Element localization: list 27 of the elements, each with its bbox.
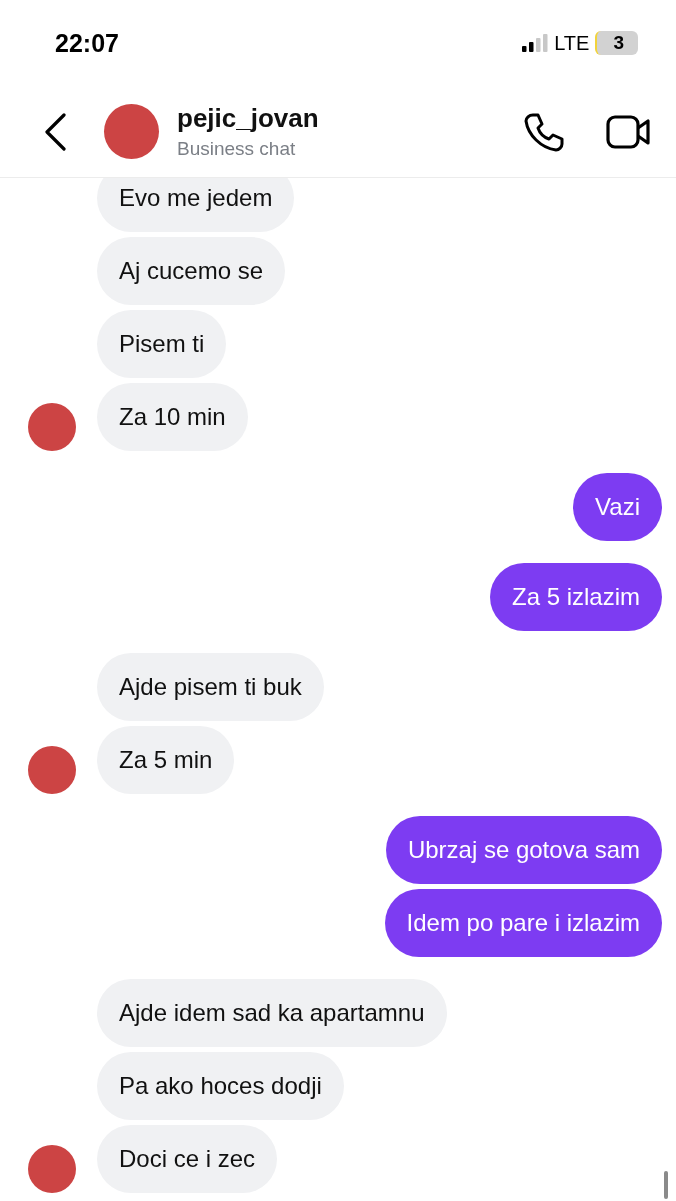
battery-indicator: 3 (595, 31, 638, 55)
message-bubble[interactable]: Pisem ti (97, 310, 227, 378)
message-bubble[interactable]: Idem po pare i izlazim (384, 889, 662, 957)
message-bubble[interactable]: Aj cucemo se (97, 237, 286, 305)
message-bubble[interactable]: Doci ce i zec (97, 1125, 278, 1193)
network-label: LTE (554, 31, 590, 55)
back-icon[interactable] (44, 112, 66, 151)
message-bubble[interactable]: Ajde pisem ti buk (97, 653, 324, 721)
signal-icon (522, 34, 549, 52)
sender-avatar[interactable] (28, 403, 76, 451)
message-bubble[interactable]: Za 5 izlazim (489, 563, 662, 631)
message-bubble[interactable]: Ajde idem sad ka apartamnu (97, 979, 447, 1047)
phone-icon[interactable] (524, 111, 564, 152)
contact-subtitle: Business chat (177, 138, 297, 160)
message-bubble[interactable]: Ubrzaj se gotova sam (385, 816, 662, 884)
message-bubble[interactable]: Vazi (573, 473, 662, 541)
message-bubble[interactable]: Za 10 min (97, 383, 248, 451)
message-bubble[interactable]: Evo me jedem (97, 178, 295, 232)
status-time: 22:07 (55, 28, 119, 58)
scroll-bar (664, 1171, 668, 1199)
contact-name[interactable]: pejic_jovan (177, 103, 524, 134)
sender-avatar[interactable] (28, 1145, 76, 1193)
message-bubble[interactable]: Pa ako hoces dodji (97, 1052, 344, 1120)
video-camera-icon[interactable] (606, 114, 650, 149)
profile-avatar[interactable] (104, 104, 159, 159)
sender-avatar[interactable] (28, 746, 76, 794)
message-bubble[interactable]: Za 5 min (97, 726, 235, 794)
